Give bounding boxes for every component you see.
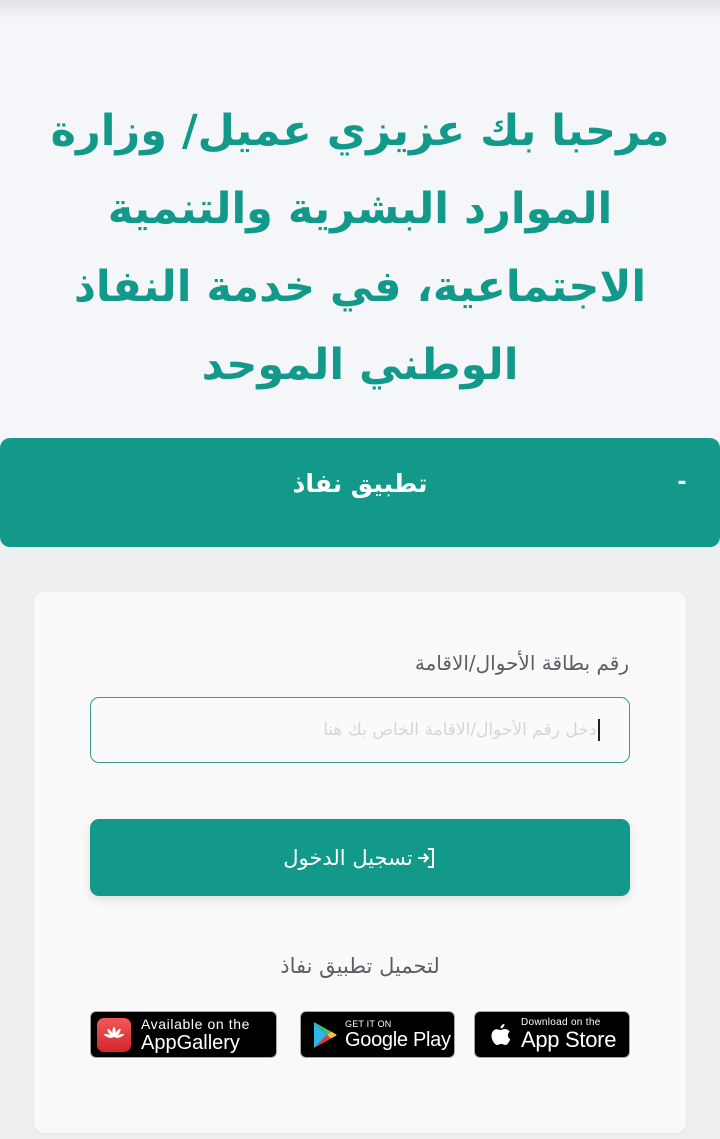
badge-small-text: Available on the xyxy=(141,1015,250,1032)
id-number-input[interactable] xyxy=(90,697,630,763)
badge-store-name: AppGallery xyxy=(141,1031,240,1054)
apple-icon xyxy=(491,1023,511,1045)
google-play-badge[interactable]: GET IT ON Google Play xyxy=(300,1011,455,1058)
collapse-icon[interactable]: - xyxy=(672,468,692,498)
text-cursor xyxy=(598,719,600,741)
badge-small-text: GET IT ON xyxy=(345,1018,392,1029)
badge-store-name: App Store xyxy=(521,1027,617,1052)
top-shadow xyxy=(0,0,720,20)
google-play-icon xyxy=(314,1021,337,1048)
app-store-badge[interactable]: Download on the App Store xyxy=(474,1011,630,1058)
login-icon xyxy=(417,847,434,868)
login-button-label: تسجيل الدخول xyxy=(283,845,413,870)
appgallery-badge[interactable]: Available on the AppGallery xyxy=(90,1011,277,1058)
download-app-label: لتحميل تطبيق نفاذ xyxy=(280,954,440,978)
huawei-icon xyxy=(97,1017,131,1052)
login-button[interactable]: تسجيل الدخول xyxy=(90,819,630,896)
id-number-label: رقم بطاقة الأحوال/الاقامة xyxy=(414,651,629,675)
nafath-app-accordion[interactable]: تطبيق نفاذ - xyxy=(0,438,720,547)
page-title: مرحبا بك عزيزي عميل/ وزارة الموارد البشر… xyxy=(50,106,670,390)
accordion-title: تطبيق نفاذ xyxy=(292,469,428,498)
badge-store-name: Google Play xyxy=(345,1028,451,1051)
